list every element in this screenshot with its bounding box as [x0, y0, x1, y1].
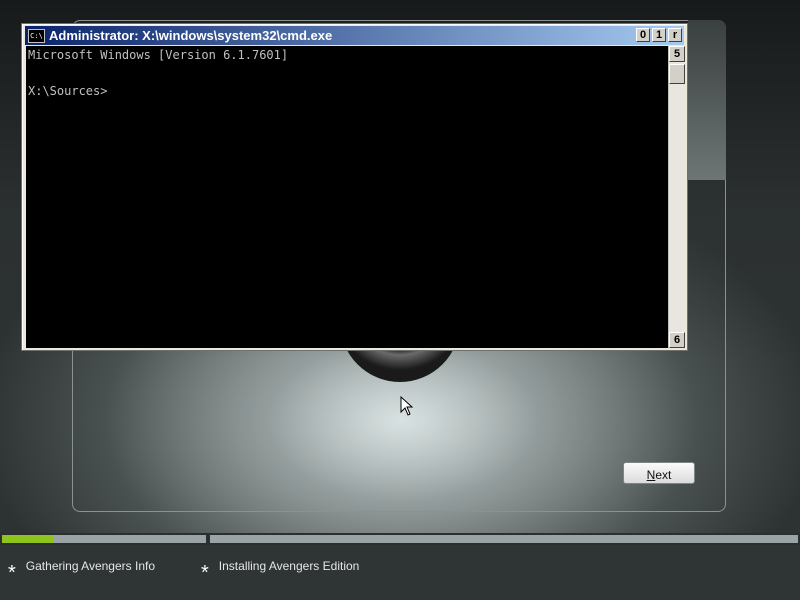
- step-label: Installing Avengers Edition: [218, 559, 360, 573]
- maximize-button[interactable]: 1: [652, 28, 666, 42]
- panel-edge-shading: [688, 20, 726, 180]
- mouse-pointer-icon: [400, 396, 414, 416]
- step-installing: * Installing Avengers Edition: [201, 559, 360, 584]
- step-marker-icon: *: [8, 562, 16, 584]
- progress-segment-1: [2, 535, 206, 543]
- cmd-titlebar[interactable]: C:\ Administrator: X:\windows\system32\c…: [25, 26, 684, 45]
- console-output[interactable]: Microsoft Windows [Version 6.1.7601] X:\…: [26, 46, 668, 348]
- minimize-button[interactable]: 0: [636, 28, 650, 42]
- step-gathering-info: * Gathering Avengers Info: [8, 559, 155, 584]
- scroll-down-button[interactable]: 6: [669, 332, 685, 348]
- console-prompt: X:\Sources>: [28, 84, 108, 98]
- close-button[interactable]: r: [668, 28, 682, 42]
- progress-track: [0, 533, 800, 545]
- vertical-scrollbar[interactable]: 5 6: [668, 46, 685, 348]
- setup-steps-bar: * Gathering Avengers Info * Installing A…: [0, 545, 800, 600]
- scroll-thumb[interactable]: [669, 64, 685, 84]
- step-marker-icon: *: [201, 562, 209, 584]
- scroll-up-button[interactable]: 5: [669, 46, 685, 62]
- cmd-icon[interactable]: C:\: [28, 28, 45, 43]
- next-button[interactable]: Next: [623, 462, 695, 484]
- console-line: Microsoft Windows [Version 6.1.7601]: [28, 48, 289, 62]
- progress-segment-2: [210, 535, 798, 543]
- cmd-window[interactable]: C:\ Administrator: X:\windows\system32\c…: [21, 23, 688, 351]
- progress-fill: [2, 535, 53, 543]
- step-label: Gathering Avengers Info: [25, 559, 155, 573]
- cmd-window-title: Administrator: X:\windows\system32\cmd.e…: [49, 28, 333, 43]
